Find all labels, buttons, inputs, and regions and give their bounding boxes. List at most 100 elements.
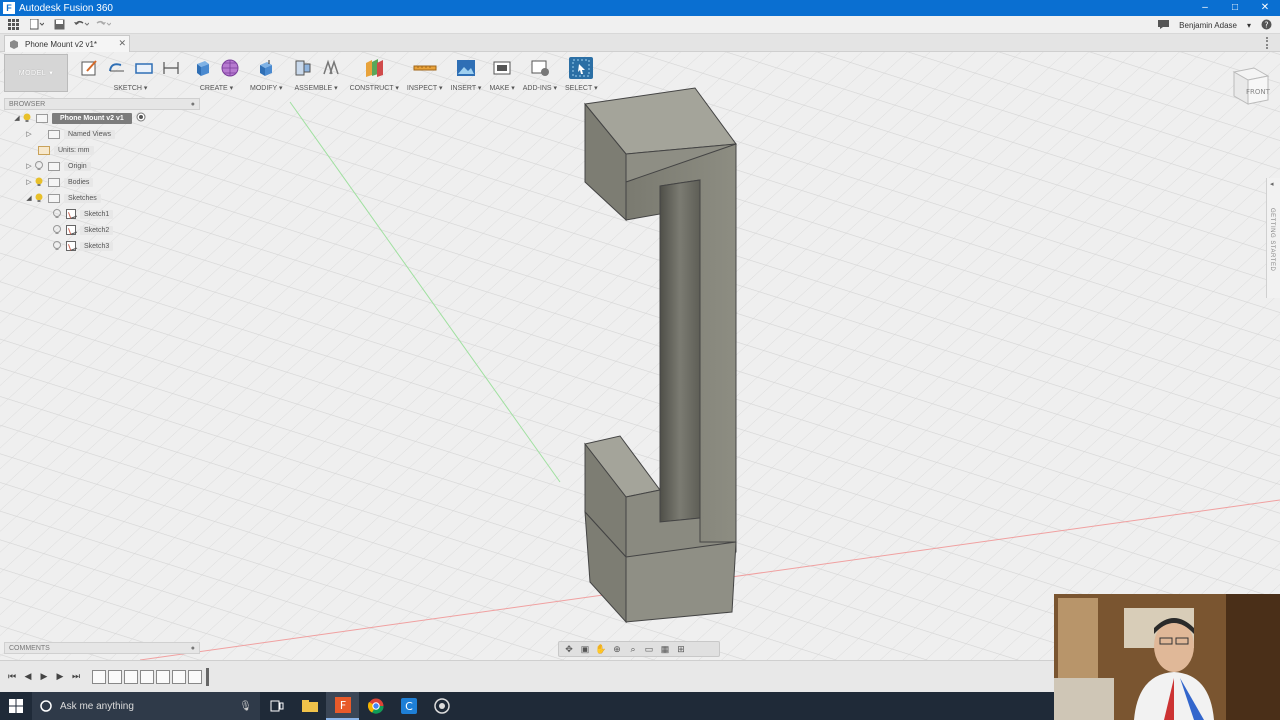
recorder-icon[interactable] [425, 692, 458, 720]
visibility-bulb-icon[interactable] [52, 209, 62, 219]
comments-panel[interactable]: COMMENTS ● [4, 642, 200, 654]
view-cube[interactable]: FRONT [1224, 64, 1271, 110]
help-icon[interactable]: ? [1261, 19, 1272, 32]
activate-radio-icon[interactable] [136, 112, 146, 124]
rectangle-icon[interactable] [132, 57, 156, 79]
collapse-icon[interactable]: ◢ [24, 194, 34, 202]
tree-item-sketch3[interactable]: Sketch3 [4, 238, 200, 254]
3d-print-icon[interactable] [490, 57, 514, 79]
viewports-icon[interactable]: ⊞ [675, 643, 687, 655]
visibility-bulb-icon[interactable] [52, 225, 62, 235]
windows-start-icon[interactable] [0, 692, 32, 720]
undo-icon[interactable] [70, 16, 92, 34]
extrude-icon[interactable] [191, 57, 215, 79]
sketch-menu[interactable]: SKETCH ▾ [114, 84, 148, 92]
timeline-marker[interactable] [206, 667, 209, 686]
press-pull-icon[interactable] [254, 57, 278, 79]
file-menu-icon[interactable] [26, 16, 48, 34]
timeline-extrude-feature[interactable] [124, 669, 138, 684]
select-icon[interactable] [569, 57, 594, 79]
tree-item-sketches[interactable]: ◢ Sketches [4, 190, 200, 206]
redo-icon[interactable] [92, 16, 114, 34]
user-name[interactable]: Benjamin Adase [1179, 21, 1237, 30]
minimize-button[interactable]: – [1190, 0, 1220, 16]
form-icon[interactable] [218, 57, 242, 79]
go-to-end-icon[interactable]: ⏭ [68, 669, 84, 685]
browser-header[interactable]: BROWSER ● [4, 98, 200, 110]
timeline-sketch-feature[interactable] [108, 669, 122, 684]
pan-icon[interactable]: ✋ [595, 643, 607, 655]
tree-item-sketch1[interactable]: Sketch1 [4, 206, 200, 222]
scripts-addins-icon[interactable] [528, 57, 552, 79]
cortana-search-box[interactable]: Ask me anything 🎙 [32, 692, 260, 720]
go-to-start-icon[interactable]: ⏮ [4, 669, 20, 685]
create-sketch-icon[interactable] [78, 57, 102, 79]
zoom-icon[interactable]: ⊕ [611, 643, 623, 655]
chat-icon[interactable] [1158, 19, 1170, 31]
timeline-extrude-feature[interactable] [172, 669, 186, 684]
joint-icon[interactable] [318, 57, 342, 79]
arc-icon[interactable] [105, 57, 129, 79]
visibility-bulb-icon[interactable] [22, 113, 32, 123]
collapse-icon[interactable]: ◢ [12, 114, 22, 122]
camtasia-icon[interactable]: C [392, 692, 425, 720]
close-tab-icon[interactable]: ✕ [118, 38, 126, 49]
play-icon[interactable]: ▶ [36, 669, 52, 685]
chrome-icon[interactable] [359, 692, 392, 720]
visibility-bulb-icon[interactable] [34, 193, 44, 203]
offset-plane-icon[interactable] [362, 57, 386, 79]
tree-root[interactable]: ◢ Phone Mount v2 v1 [4, 110, 200, 126]
tree-item-origin[interactable]: ▷ Origin [4, 158, 200, 174]
look-at-icon[interactable]: ▣ [579, 643, 591, 655]
workspace-switcher[interactable]: MODEL ▾ [4, 54, 68, 92]
close-window-button[interactable]: ✕ [1250, 0, 1280, 16]
timeline-extrude-feature[interactable] [188, 669, 202, 684]
expand-icon[interactable]: ▷ [24, 162, 34, 170]
new-component-icon[interactable] [291, 57, 315, 79]
display-settings-icon[interactable]: ▭ [643, 643, 655, 655]
visibility-bulb-icon[interactable] [52, 241, 62, 251]
modify-menu[interactable]: MODIFY ▾ [250, 84, 283, 92]
tree-item-units[interactable]: Units: mm [4, 142, 200, 158]
step-forward-icon[interactable]: ▶ [52, 669, 68, 685]
assemble-menu[interactable]: ASSEMBLE ▾ [294, 84, 337, 92]
addins-menu[interactable]: ADD-INS ▾ [523, 84, 557, 92]
panel-pin-icon[interactable]: ● [191, 645, 195, 652]
document-tab[interactable]: Phone Mount v2 v1* ✕ [4, 35, 130, 52]
expand-icon[interactable]: ▷ [24, 130, 34, 138]
visibility-bulb-icon[interactable] [34, 161, 44, 171]
fusion-360-taskbar-icon[interactable]: F [326, 692, 359, 720]
expand-icon[interactable]: ▷ [24, 178, 34, 186]
save-icon[interactable] [48, 16, 70, 34]
getting-started-panel-tab[interactable]: ◂ GETTING STARTED [1266, 178, 1280, 298]
tree-item-bodies[interactable]: ▷ Bodies [4, 174, 200, 190]
step-back-icon[interactable]: ◀ [20, 669, 36, 685]
user-dropdown-icon[interactable]: ▾ [1247, 21, 1251, 30]
visibility-bulb-icon[interactable] [34, 177, 44, 187]
measure-icon[interactable] [413, 57, 437, 79]
timeline-sketch-feature[interactable] [156, 669, 170, 684]
chevron-left-icon[interactable]: ◂ [1270, 180, 1274, 188]
fit-icon[interactable]: ⌕ [627, 643, 639, 655]
construct-menu[interactable]: CONSTRUCT ▾ [350, 84, 399, 92]
task-view-icon[interactable] [260, 692, 293, 720]
inspect-menu[interactable]: INSPECT ▾ [407, 84, 443, 92]
select-menu[interactable]: SELECT ▾ [565, 84, 598, 92]
file-explorer-icon[interactable] [293, 692, 326, 720]
maximize-button[interactable]: □ [1220, 0, 1250, 16]
panel-pin-icon[interactable]: ● [191, 101, 195, 108]
timeline-sketch-feature[interactable] [92, 669, 106, 684]
grid-settings-icon[interactable]: ▦ [659, 643, 671, 655]
dimension-icon[interactable] [159, 57, 183, 79]
make-menu[interactable]: MAKE ▾ [489, 84, 514, 92]
timeline-extrude-feature[interactable] [140, 669, 154, 684]
tree-item-sketch2[interactable]: Sketch2 [4, 222, 200, 238]
grid-menu-icon[interactable] [0, 16, 26, 34]
tree-item-named-views[interactable]: ▷ Named Views [4, 126, 200, 142]
create-menu[interactable]: CREATE ▾ [200, 84, 233, 92]
microphone-icon[interactable]: 🎙 [239, 701, 252, 712]
insert-menu[interactable]: INSERT ▾ [451, 84, 482, 92]
insert-image-icon[interactable] [454, 57, 478, 79]
orbit-icon[interactable]: ✥ [563, 643, 575, 655]
tab-grip-icon[interactable] [1266, 37, 1274, 49]
